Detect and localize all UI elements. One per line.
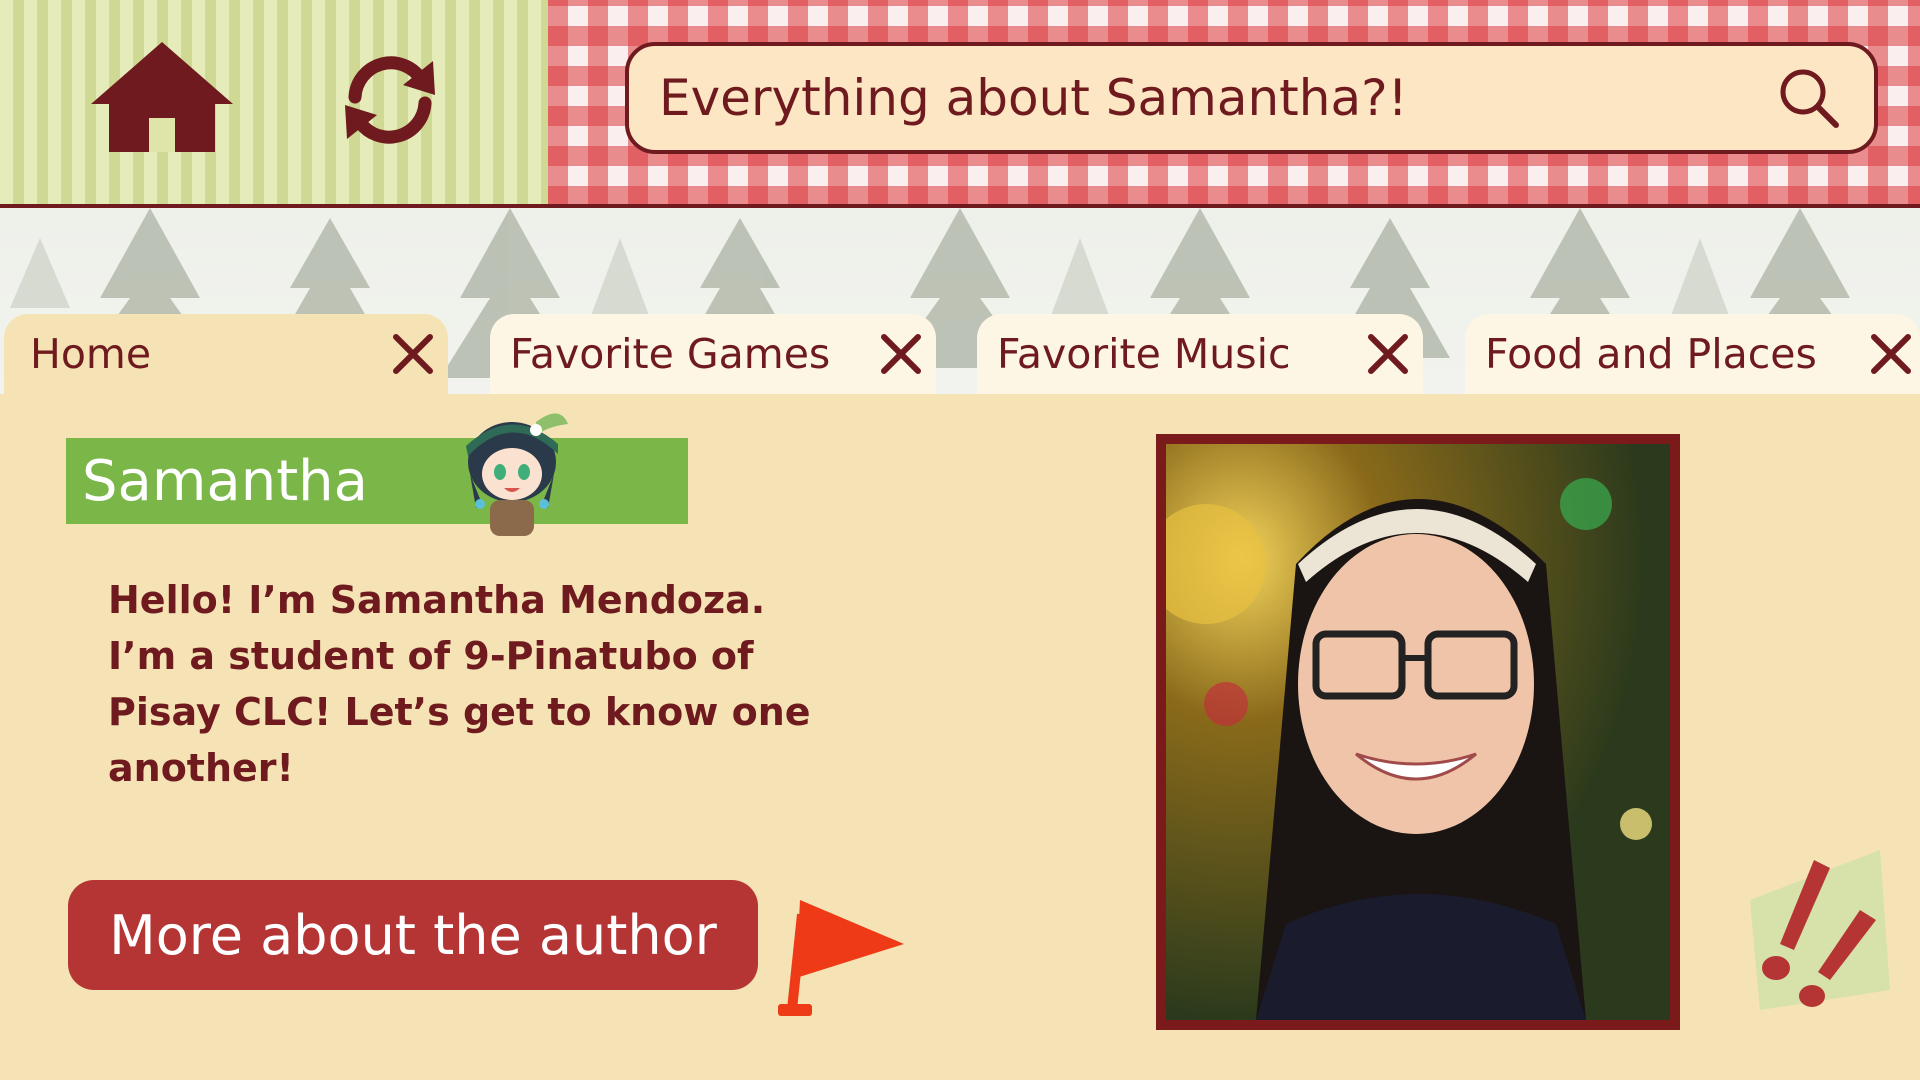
more-about-author-button[interactable]: More about the author [68, 880, 758, 990]
tab-favorite-games-label: Favorite Games [510, 330, 831, 378]
refresh-button[interactable] [330, 40, 450, 160]
chibi-character-sticker [466, 413, 568, 536]
intro-line: I’m a student of 9-Pinatubo of [108, 634, 754, 678]
search-bar [625, 42, 1878, 154]
tab-food-and-places-label: Food and Places [1485, 330, 1817, 378]
close-tab-home-button[interactable] [390, 331, 436, 377]
tab-food-and-places[interactable]: Food and Places [1465, 314, 1920, 394]
search-button[interactable] [1764, 53, 1854, 143]
tab-home[interactable]: Home [4, 314, 448, 394]
profile-name: Samantha [82, 448, 368, 514]
intro-line: Hello! I’m Samantha Mendoza. [108, 578, 766, 622]
intro-line: another! [108, 746, 294, 790]
close-tab-favorite-games-button[interactable] [878, 331, 924, 377]
tab-home-label: Home [30, 330, 152, 378]
tab-favorite-music-label: Favorite Music [997, 330, 1291, 378]
name-banner: Samantha [66, 438, 688, 524]
close-icon [1871, 334, 1911, 374]
intro-line: Pisay CLC! Let’s get to know one [108, 690, 811, 734]
exclamation-icon [1750, 850, 1890, 1010]
close-tab-food-and-places-button[interactable] [1868, 331, 1914, 377]
close-icon [1368, 334, 1408, 374]
home-icon [91, 42, 233, 152]
close-icon [881, 334, 921, 374]
close-icon [393, 334, 433, 374]
profile-photo [1146, 444, 1670, 1020]
close-tab-favorite-music-button[interactable] [1365, 331, 1411, 377]
tab-favorite-games[interactable]: Favorite Games [490, 314, 936, 394]
intro-paragraph: Hello! I’m Samantha Mendoza. I’m a stude… [108, 572, 828, 796]
search-input[interactable] [659, 46, 1764, 150]
home-button[interactable] [82, 36, 242, 156]
header-bar [0, 0, 1920, 208]
tab-favorite-music[interactable]: Favorite Music [977, 314, 1423, 394]
profile-photo-frame [1146, 434, 1680, 1030]
refresh-icon [345, 56, 435, 144]
search-icon [1780, 69, 1839, 128]
flag-icon [778, 900, 904, 1016]
